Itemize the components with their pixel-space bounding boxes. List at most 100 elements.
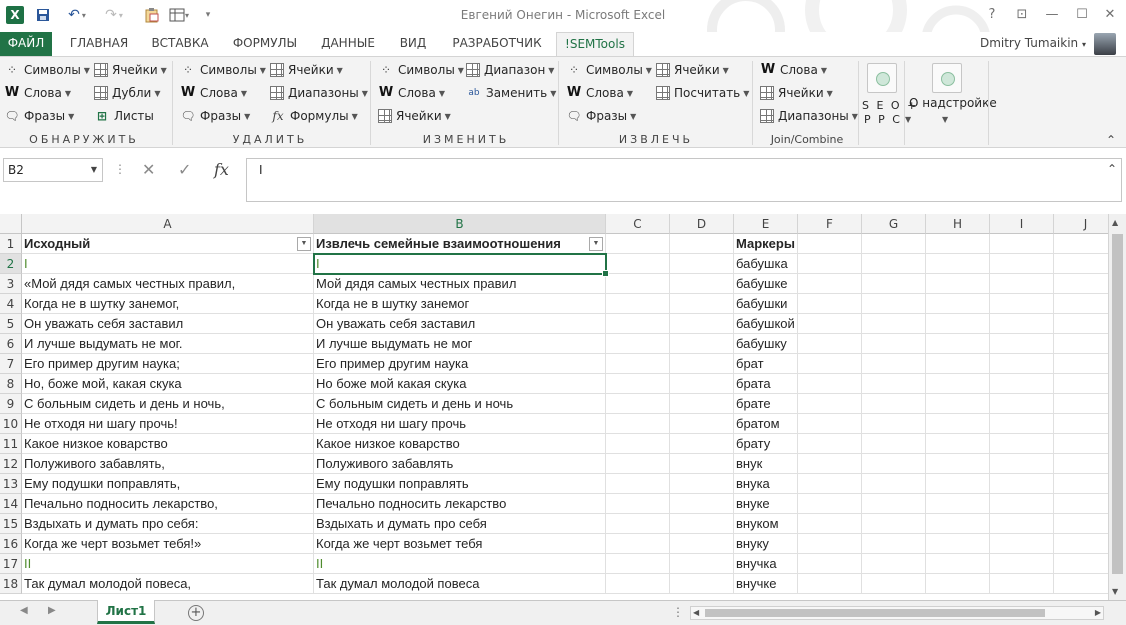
table-cell[interactable]: [926, 474, 990, 494]
sheet-nav-next-icon[interactable]: ▶: [48, 605, 56, 616]
table-cell[interactable]: брате: [734, 394, 798, 414]
table-cell[interactable]: [798, 454, 862, 474]
extract-symbols-button[interactable]: ⁘ Символы ▼: [566, 60, 652, 80]
detect-sheets-button[interactable]: ⊞ Листы: [94, 106, 154, 126]
remove-phrases-button[interactable]: 🗨 Фразы ▼: [180, 106, 250, 126]
table-cell[interactable]: [862, 554, 926, 574]
row-header[interactable]: 1: [0, 234, 22, 254]
table-cell[interactable]: [926, 334, 990, 354]
row-header[interactable]: 2: [0, 254, 22, 274]
row-header[interactable]: 7: [0, 354, 22, 374]
table-cell[interactable]: [798, 374, 862, 394]
tab-file[interactable]: ФАЙЛ: [0, 32, 52, 56]
table-cell[interactable]: [670, 574, 734, 594]
table-cell[interactable]: [606, 314, 670, 334]
seo-ppc-button[interactable]: P P C ▼: [864, 109, 913, 129]
table-cell[interactable]: бабушки: [734, 294, 798, 314]
remove-symbols-button[interactable]: ⁘ Символы ▼: [180, 60, 266, 80]
help-icon[interactable]: ?: [978, 4, 1006, 26]
table-cell[interactable]: [798, 554, 862, 574]
table-cell[interactable]: [798, 434, 862, 454]
table-cell[interactable]: [798, 514, 862, 534]
table-cell[interactable]: Какое низкое коварство: [314, 434, 606, 454]
more-sheets-icon[interactable]: ⋮: [672, 605, 684, 619]
about-addin-dropdown-icon[interactable]: ▼: [942, 109, 948, 129]
table-cell[interactable]: [862, 354, 926, 374]
enter-icon[interactable]: ✓: [178, 160, 191, 179]
table-header-cell[interactable]: Извлечь семейные взаимоотношения ▼: [314, 234, 606, 254]
table-cell[interactable]: [990, 514, 1054, 534]
table-cell[interactable]: внуком: [734, 514, 798, 534]
table-cell[interactable]: бабушкой: [734, 314, 798, 334]
extract-phrases-button[interactable]: 🗨 Фразы ▼: [566, 106, 636, 126]
change-replace-button[interactable]: ab Заменить ▼: [466, 83, 556, 103]
table-cell[interactable]: [606, 534, 670, 554]
column-header-d[interactable]: D: [670, 214, 734, 234]
insert-function-icon[interactable]: fx: [214, 160, 229, 179]
row-header[interactable]: 15: [0, 514, 22, 534]
table-cell[interactable]: [862, 454, 926, 474]
table-cell[interactable]: [926, 374, 990, 394]
table-cell[interactable]: [606, 514, 670, 534]
table-cell[interactable]: [926, 254, 990, 274]
extract-cells-button[interactable]: Ячейки ▼: [656, 60, 729, 80]
table-cell[interactable]: [990, 454, 1054, 474]
table-cell[interactable]: [798, 534, 862, 554]
table-cell[interactable]: внука: [734, 474, 798, 494]
table-cell[interactable]: [798, 574, 862, 594]
table-cell[interactable]: внуке: [734, 494, 798, 514]
table-cell[interactable]: бабушке: [734, 274, 798, 294]
table-cell[interactable]: бабушка: [734, 254, 798, 274]
tab-home[interactable]: ГЛАВНАЯ: [62, 32, 136, 56]
table-cell[interactable]: внучке: [734, 574, 798, 594]
row-header[interactable]: 18: [0, 574, 22, 594]
table-cell[interactable]: [606, 434, 670, 454]
table-cell[interactable]: [670, 394, 734, 414]
table-cell[interactable]: [798, 314, 862, 334]
table-cell[interactable]: [798, 274, 862, 294]
table-cell[interactable]: [926, 494, 990, 514]
table-cell[interactable]: «Мой дядя самых честных правил,: [22, 274, 314, 294]
table-cell[interactable]: [990, 354, 1054, 374]
table-header-cell[interactable]: [670, 234, 734, 254]
table-cell[interactable]: внук: [734, 454, 798, 474]
detect-words-button[interactable]: W Слова ▼: [4, 83, 71, 103]
table-cell[interactable]: [606, 374, 670, 394]
table-cell[interactable]: [606, 294, 670, 314]
remove-ranges-button[interactable]: Диапазоны ▼: [270, 83, 368, 103]
tab-data[interactable]: ДАННЫЕ: [314, 32, 382, 56]
table-cell[interactable]: Но боже мой какая скука: [314, 374, 606, 394]
table-cell[interactable]: [606, 554, 670, 574]
column-header-a[interactable]: A: [22, 214, 314, 234]
table-cell[interactable]: Когда не в шутку занемог: [314, 294, 606, 314]
table-cell[interactable]: брата: [734, 374, 798, 394]
table-cell[interactable]: [670, 494, 734, 514]
close-icon[interactable]: ✕: [1096, 4, 1124, 26]
add-sheet-icon[interactable]: +: [188, 605, 204, 621]
column-header-b[interactable]: B: [314, 214, 606, 234]
remove-words-button[interactable]: W Слова ▼: [180, 83, 247, 103]
table-cell[interactable]: [926, 414, 990, 434]
table-cell[interactable]: [990, 394, 1054, 414]
table-cell[interactable]: Когда не в шутку занемог,: [22, 294, 314, 314]
select-all-corner[interactable]: [0, 214, 22, 234]
table-cell[interactable]: брату: [734, 434, 798, 454]
row-header[interactable]: 8: [0, 374, 22, 394]
table-cell[interactable]: [990, 334, 1054, 354]
table-cell[interactable]: [990, 374, 1054, 394]
table-cell[interactable]: [670, 334, 734, 354]
table-cell[interactable]: [862, 574, 926, 594]
table-cell[interactable]: [606, 354, 670, 374]
scroll-down-icon[interactable]: ▼: [1112, 587, 1118, 596]
table-cell[interactable]: II: [22, 554, 314, 574]
extract-words-button[interactable]: W Слова ▼: [566, 83, 633, 103]
table-header-cell[interactable]: [798, 234, 862, 254]
table-cell[interactable]: внуку: [734, 534, 798, 554]
column-header-g[interactable]: G: [862, 214, 926, 234]
table-cell[interactable]: [926, 534, 990, 554]
table-cell[interactable]: брат: [734, 354, 798, 374]
join-cells-button[interactable]: Ячейки ▼: [760, 83, 833, 103]
row-header[interactable]: 4: [0, 294, 22, 314]
extract-count-button[interactable]: Посчитать ▼: [656, 83, 749, 103]
table-cell[interactable]: Так думал молодой повеса,: [22, 574, 314, 594]
